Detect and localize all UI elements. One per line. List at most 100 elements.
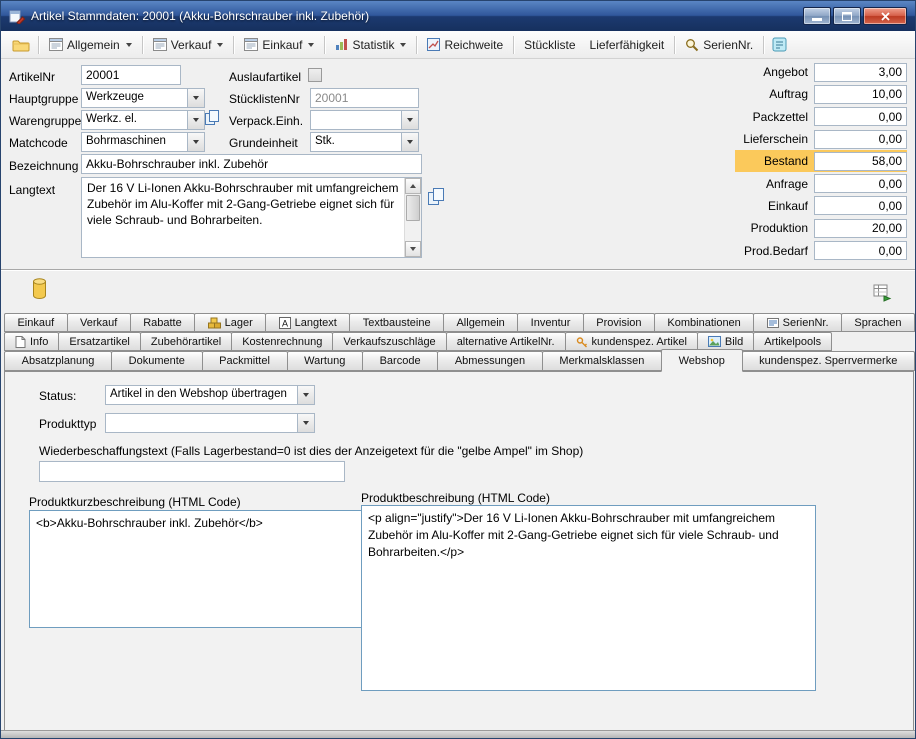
tab-absatzplanung[interactable]: Absatzplanung [4,351,112,371]
auftrag-value-input[interactable] [814,85,907,104]
chevron-down-icon[interactable] [187,111,204,129]
toolbar-item-label: Statistik [352,38,394,52]
bestand-value-input[interactable] [814,152,907,171]
bezeichnung-input[interactable] [81,154,422,174]
tab-textbausteine[interactable]: Textbausteine [349,313,444,332]
stat-row-packzettel: Packzettel [701,106,907,128]
tab-webshop[interactable]: Webshop [661,349,743,372]
scroll-up-icon[interactable] [405,178,421,194]
toolbar-seriennr[interactable]: SerienNr. [678,35,760,55]
hauptgruppe-label: Hauptgruppe [9,92,78,106]
toolbar-reichweite[interactable]: Reichweite [420,35,510,55]
chart-icon [335,38,348,51]
copy-icon[interactable] [204,109,221,126]
tab-provision[interactable]: Provision [583,313,655,332]
produktkurzbeschreibung-textarea[interactable]: <b>Akku-Bohrschrauber inkl. Zubehör</b> [29,510,363,628]
copy-icon[interactable] [427,187,446,206]
matchcode-select[interactable]: Bohrmaschinen [81,132,205,152]
chevron-down-icon[interactable] [187,89,204,107]
tab-label: Einkauf [17,317,54,329]
tab-rabatte[interactable]: Rabatte [130,313,195,332]
tab-einkauf[interactable]: Einkauf [4,313,68,332]
tab-barcode[interactable]: Barcode [362,351,438,371]
tab-merkmalsklassen[interactable]: Merkmalsklassen [542,351,662,371]
artikelnr-input[interactable] [81,65,181,85]
chevron-down-icon [217,43,223,47]
tab-inventur[interactable]: Inventur [517,313,584,332]
toolbar-einkauf[interactable]: Einkauf [237,35,321,55]
chevron-down-icon[interactable] [297,386,314,404]
auslaufartikel-checkbox[interactable] [308,68,322,82]
tab-label: Ersatzartikel [69,336,130,348]
angebot-value-input[interactable] [814,63,907,82]
tab-verkauf[interactable]: Verkauf [67,313,131,332]
toolbar-verkauf[interactable]: Verkauf [146,35,231,55]
minimize-button[interactable] [803,7,831,25]
tab-abmessungen[interactable]: Abmessungen [437,351,543,371]
grundeinheit-label: Grundeinheit [229,136,298,150]
chevron-down-icon[interactable] [401,133,418,151]
maximize-button[interactable] [833,7,861,25]
tab-alternative-artikelnr[interactable]: alternative ArtikelNr. [446,332,566,351]
grundeinheit-select[interactable]: Stk. [310,132,419,152]
toolbar-separator [324,36,325,54]
tab-kostenrechnung[interactable]: Kostenrechnung [231,332,333,351]
toolbar-statistik[interactable]: Statistik [328,35,413,55]
tab-verkaufszuschlaege[interactable]: Verkaufszuschläge [332,332,446,351]
tab-seriennr[interactable]: SerienNr. [753,313,842,332]
packzettel-value-input[interactable] [814,107,907,126]
tab-langtext[interactable]: A Langtext [265,313,350,332]
toolbar-note-button[interactable] [767,34,792,55]
produkttyp-select[interactable] [105,413,315,433]
database-icon[interactable] [31,277,48,301]
chevron-down-icon[interactable] [297,414,314,432]
tab-lager[interactable]: Lager [194,313,266,332]
tab-info[interactable]: Info [4,332,59,351]
form-icon [49,38,63,51]
stuecklistennr-input[interactable] [310,88,419,108]
chevron-down-icon[interactable] [401,111,418,129]
tab-wartung[interactable]: Wartung [287,351,363,371]
produktion-value-input[interactable] [814,219,907,238]
tab-kombinationen[interactable]: Kombinationen [654,313,754,332]
produktbeschreibung-textarea[interactable]: <p align="justify">Der 16 V Li-Ionen Akk… [361,505,816,691]
toolbar-lieferfaehigkeit[interactable]: Lieferfähigkeit [583,35,672,55]
verpackeinh-select[interactable] [310,110,419,130]
toolbar-item-label: Allgemein [67,38,120,52]
tab-dokumente[interactable]: Dokumente [111,351,203,371]
tab-zubehoerartikel[interactable]: Zubehörartikel [140,332,232,351]
window-resize-border[interactable] [1,730,915,738]
chevron-down-icon[interactable] [187,133,204,151]
table-export-icon[interactable] [873,283,892,302]
tab-allgemein[interactable]: Allgemein [443,313,518,332]
key-icon [576,336,588,348]
window-title: Artikel Stammdaten: 20001 (Akku-Bohrschr… [31,9,369,23]
einkauf-value-input[interactable] [814,196,907,215]
warengruppe-select[interactable]: Werkz. el. [81,110,205,130]
open-button[interactable] [7,35,35,55]
scrollbar-thumb[interactable] [406,195,420,221]
tab-label: Lager [225,317,253,329]
close-button[interactable] [863,7,907,25]
tab-label: Langtext [295,317,337,329]
anfrage-value-input[interactable] [814,174,907,193]
window-icon[interactable] [9,9,25,24]
tab-packmittel[interactable]: Packmittel [202,351,288,371]
titlebar[interactable]: Artikel Stammdaten: 20001 (Akku-Bohrschr… [1,1,915,31]
hauptgruppe-select[interactable]: Werkzeuge [81,88,205,108]
langtext-textarea[interactable]: Der 16 V Li-Ionen Akku-Bohrschrauber mit… [81,177,422,258]
prodbedarf-value-input[interactable] [814,241,907,260]
langtext-scrollbar[interactable] [404,178,421,257]
tab-sprachen[interactable]: Sprachen [841,313,915,332]
tab-label: Zubehörartikel [151,336,221,348]
tab-label: SerienNr. [783,317,829,329]
toolbar-stueckliste[interactable]: Stückliste [517,35,582,55]
tab-artikelpools[interactable]: Artikelpools [753,332,832,351]
tab-kundenspez-sperrvermerke[interactable]: kundenspez. Sperrvermerke [742,351,915,371]
tab-ersatzartikel[interactable]: Ersatzartikel [58,332,141,351]
status-select[interactable]: Artikel in den Webshop übertragen [105,385,315,405]
toolbar-allgemein[interactable]: Allgemein [42,35,139,55]
scroll-down-icon[interactable] [405,241,421,257]
wiederbeschaffungstext-input[interactable] [39,461,345,482]
lieferschein-value-input[interactable] [814,130,907,149]
